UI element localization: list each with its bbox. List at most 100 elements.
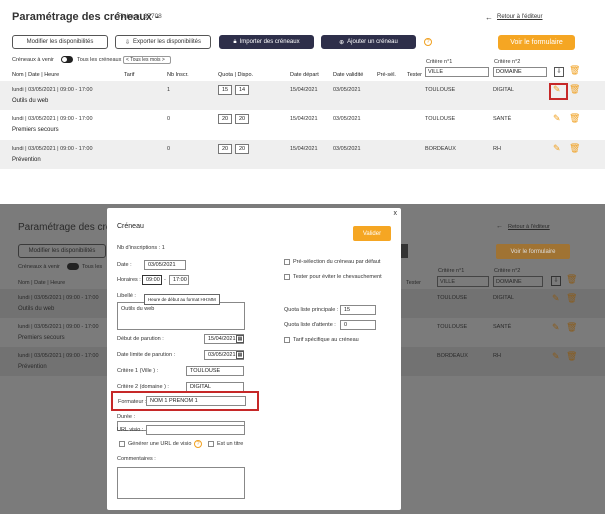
back-link[interactable]: ← Retour à l'éditeur (485, 13, 543, 22)
plus-circle-icon: ⊕ (339, 39, 345, 46)
bg-criteria2-filter: DOMAINE (493, 276, 543, 287)
bg-dark-button-edge (400, 244, 408, 258)
row-name: Prévention (12, 157, 41, 163)
bg-criteria2-label: Critère n°2 (494, 268, 521, 274)
start-time-input[interactable]: 09:00 (142, 275, 162, 285)
generate-url-checkbox[interactable] (119, 441, 125, 447)
bg-back-link: Retour à l'éditeur (508, 224, 550, 230)
add-slot-label: Ajouter un créneau (347, 39, 398, 45)
fiche-number: Fiche n° 67708 (118, 13, 162, 20)
tester-label: Tester pour éviter le chevauchement (293, 274, 382, 280)
url-label: URL visio : (117, 427, 144, 433)
trash-icon[interactable]: 🗑︎ (569, 65, 580, 76)
criteria2-label: Critère n°2 (494, 59, 521, 65)
export-label: Exporter les disponibilités (132, 39, 202, 45)
table-row[interactable]: lundi | 03/05/2021 | 09:00 - 17:00 Premi… (0, 110, 605, 139)
time-format-tooltip: Heure de début au format HH:MM (144, 294, 220, 305)
dispo-input[interactable]: 20 (235, 144, 249, 154)
duration-label: Durée : (117, 414, 136, 420)
comments-label: Commentaires : (117, 456, 156, 462)
dispo-input[interactable]: 20 (235, 114, 249, 124)
bg-row-name: Outils du web (18, 306, 55, 312)
export-button[interactable]: ⇩ Exporter les disponibilités (115, 35, 211, 49)
quota-input[interactable]: 15 (218, 85, 232, 95)
quota-input[interactable]: 20 (218, 114, 232, 124)
title-label: Est un titre (217, 441, 244, 447)
bg-col-name: Nom | Date | Heure (18, 280, 66, 286)
col-inscriptions: Nb Inscr. (167, 72, 189, 78)
row-date: lundi | 03/05/2021 | 09:00 - 17:00 (12, 116, 93, 122)
upcoming-slots-label: Créneaux à venir (12, 57, 54, 63)
url-input[interactable] (146, 425, 245, 435)
close-icon[interactable]: x (394, 210, 398, 217)
tester-checkbox[interactable] (284, 274, 290, 280)
all-slots-label: Tous les créneaux (77, 57, 122, 63)
pencil-icon[interactable]: ✎ (553, 113, 561, 124)
row-validite: 03/05/2021 (333, 87, 361, 93)
bg-view-form-button: Voir le formulaire (496, 244, 570, 259)
top-panel: Paramétrage des créneaux - Fiche n° 6770… (0, 0, 605, 200)
row-validite: 03/05/2021 (333, 116, 361, 122)
dispo-input[interactable]: 14 (235, 85, 249, 95)
preselection-checkbox[interactable] (284, 259, 290, 265)
table-row[interactable]: lundi | 03/05/2021 | 09:00 - 17:00 Outil… (0, 81, 605, 110)
validate-button[interactable]: Valider (353, 226, 391, 241)
date-input[interactable]: 03/05/2021 (144, 260, 186, 270)
row-criteria1: TOULOUSE (425, 87, 456, 93)
bg-trash-icon: 🗑︎ (566, 322, 578, 332)
trash-icon[interactable]: 🗑︎ (569, 143, 580, 154)
bg-criteria1-filter: VILLE (437, 276, 489, 287)
modify-availability-button[interactable]: Modifier les disponibilités (12, 35, 108, 49)
add-slot-button[interactable]: ⊕ Ajouter un créneau (321, 35, 416, 49)
help-icon[interactable]: ? (194, 440, 202, 448)
pencil-icon[interactable]: ✎ (553, 143, 561, 154)
criteria2-filter[interactable]: DOMAINE (493, 67, 547, 77)
bg-row-criteria1: BORDEAUX (437, 353, 468, 359)
criteria1-filter[interactable]: VILLE (425, 67, 489, 77)
title-checkbox[interactable] (208, 441, 214, 447)
help-icon[interactable]: ? (424, 38, 432, 46)
registrations-count: Nb d'inscriptions : 1 (117, 245, 165, 251)
row-criteria2: SANTÉ (493, 116, 512, 122)
calendar-icon[interactable]: ▦ (236, 335, 244, 343)
criteria1-input[interactable]: TOULOUSE (186, 366, 244, 376)
slot-modal: x Créneau Valider Nb d'inscriptions : 1 … (107, 208, 401, 510)
page: Paramétrage des créneaux - Fiche n° 6770… (0, 0, 605, 514)
quota-main-input[interactable]: 15 (340, 305, 376, 315)
calendar-icon[interactable]: ▦ (236, 351, 244, 359)
bg-upcoming-label: Créneaux à venir (18, 264, 60, 270)
publication-start-label: Début de parution : (117, 336, 164, 342)
end-time-input[interactable]: 17:00 (169, 275, 189, 285)
view-form-button[interactable]: Voir le formulaire (498, 35, 575, 50)
publication-end-label: Date limite de parution : (117, 352, 176, 358)
criteria2-label: Critère 2 (domaine ) : (117, 384, 169, 390)
quota-input[interactable]: 20 (218, 144, 232, 154)
bg-row-criteria2: RH (493, 353, 501, 359)
modal-screenshot-panel: Paramétrage des créneaux - Retour à l'éd… (0, 204, 605, 514)
comments-textarea[interactable] (117, 467, 245, 499)
col-preselection: Pré-sél. (377, 72, 396, 78)
row-depart: 15/04/2021 (290, 146, 318, 152)
row-criteria2: RH (493, 146, 501, 152)
import-label: Importer des créneaux (239, 39, 300, 45)
tarif-checkbox[interactable] (284, 337, 290, 343)
back-link-label: Retour à l'éditeur (497, 14, 543, 20)
month-select[interactable]: < Tous les mois > (123, 56, 171, 64)
trash-icon[interactable]: 🗑︎ (569, 84, 580, 95)
slots-toggle[interactable] (61, 56, 73, 63)
quota-waiting-input[interactable]: 0 (340, 320, 376, 330)
download-icon: ⇩ (124, 39, 130, 46)
import-button[interactable]: 🔒︎ Importer des créneaux (219, 35, 314, 49)
table-row[interactable]: lundi | 03/05/2021 | 09:00 - 17:00 Préve… (0, 140, 605, 169)
col-quota: Quota | Dispo. (218, 72, 254, 78)
label-label: Libellé : (117, 293, 136, 299)
row-criteria1: TOULOUSE (425, 116, 456, 122)
bg-col-tester: Tester (406, 280, 421, 286)
label-textarea[interactable]: Outils du web (117, 302, 245, 330)
trash-icon[interactable]: 🗑︎ (569, 113, 580, 124)
row-inscriptions: 1 (167, 87, 171, 93)
bg-row-date: lundi | 03/05/2021 | 09:00 - 17:00 (18, 353, 99, 359)
bg-row-name: Prévention (18, 364, 47, 370)
bg-modify-button: Modifier les disponibilités (18, 244, 106, 258)
download-icon[interactable]: ⇩ (554, 67, 564, 77)
